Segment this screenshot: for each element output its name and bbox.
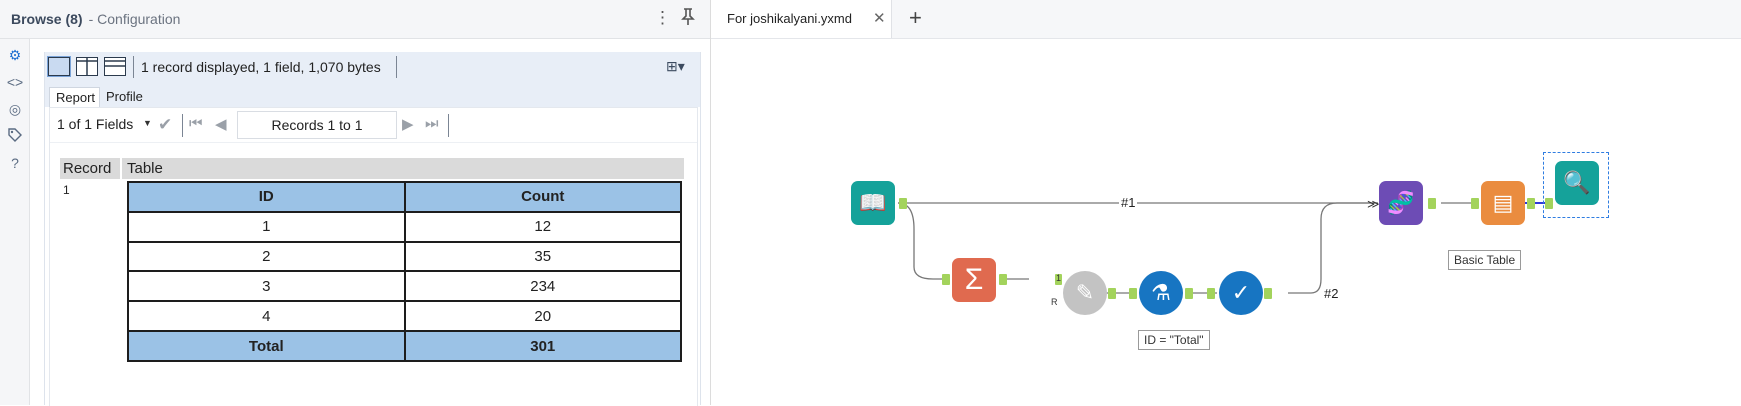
table-row: 2 35 — [129, 242, 680, 271]
select-tool[interactable]: ✓ — [1219, 271, 1263, 315]
pin-icon[interactable] — [681, 8, 695, 31]
tab-profile[interactable]: Profile — [100, 87, 150, 107]
output-anchor[interactable] — [899, 198, 907, 209]
connection-line — [1288, 202, 1378, 294]
vertical-dots-icon[interactable]: ⋮ — [654, 8, 671, 28]
browse-tabs: Report Profile — [45, 82, 700, 107]
report-table: ID Count 1 12 2 35 3 234 4 20 Total 301 — [127, 181, 682, 362]
close-icon[interactable]: ✕ — [873, 9, 886, 27]
next-record-icon[interactable]: ▶ — [402, 115, 414, 133]
total-label: Total — [129, 332, 404, 360]
cell-count: 12 — [405, 212, 680, 241]
toolbar-divider — [396, 56, 397, 78]
vertical-split-icon[interactable] — [104, 57, 126, 76]
table-row: 4 20 — [129, 302, 680, 331]
cell-count: 234 — [405, 272, 680, 301]
r-anchor-icon: R — [1051, 297, 1058, 307]
formula-tool[interactable]: ⚗ — [1139, 271, 1183, 315]
config-subtitle: - Configuration — [88, 11, 181, 27]
tab-report[interactable]: Report — [49, 87, 100, 107]
question-circle-icon[interactable]: ◎ — [6, 101, 24, 118]
column-header-id: ID — [129, 183, 404, 211]
connection-count-badge: 1 — [1056, 273, 1062, 283]
table-row: 3 234 — [129, 272, 680, 301]
workflow-tab-label: For joshikalyani.yxmd — [727, 11, 852, 26]
input-anchor[interactable] — [1207, 288, 1215, 299]
table-tool[interactable]: ▤ — [1481, 181, 1525, 225]
gear-icon[interactable]: ⚙ — [6, 47, 24, 64]
nav-divider — [448, 114, 449, 137]
document-tab-bar: For joshikalyani.yxmd ✕ + — [711, 0, 1741, 39]
input-anchor[interactable] — [942, 274, 950, 285]
table-annotation: Basic Table — [1448, 250, 1522, 270]
table-row: 1 12 — [129, 212, 680, 241]
union-input-anchors-icon: ≫ — [1367, 197, 1380, 211]
union-tool[interactable]: 🧬 — [1379, 181, 1423, 225]
header-divider — [120, 158, 122, 179]
help-icon[interactable]: ? — [6, 155, 24, 171]
connection-line — [897, 202, 943, 280]
table-header-row: ID Count — [129, 183, 680, 211]
first-record-icon[interactable]: ⏮ — [189, 115, 203, 132]
configuration-pane: Browse (8) - Configuration ⋮ ⚙ <> ◎ ? 1 r… — [0, 0, 711, 406]
input-anchor[interactable] — [1471, 198, 1479, 209]
input-anchor[interactable] — [1545, 198, 1553, 209]
output-anchor[interactable] — [1527, 198, 1535, 209]
chevron-down-icon[interactable]: ▼ — [143, 118, 152, 128]
grid-header: Record Table — [60, 158, 684, 179]
single-layout-icon[interactable] — [47, 56, 71, 77]
records-range: Records 1 to 1 — [237, 111, 397, 139]
config-title: Browse (8) — [11, 11, 83, 27]
fields-select[interactable]: 1 of 1 Fields — [57, 116, 133, 132]
total-value: 301 — [405, 332, 680, 360]
export-menu-icon[interactable]: ⊞▾ — [666, 58, 685, 75]
table-total-row: Total 301 — [129, 332, 680, 360]
connection-label: #2 — [1322, 286, 1341, 301]
header-table: Table — [127, 160, 163, 177]
cell-id: 1 — [129, 212, 404, 241]
horizontal-split-icon[interactable] — [76, 57, 98, 76]
record-summary: 1 record displayed, 1 field, 1,070 bytes — [141, 59, 381, 75]
input-book-tool[interactable]: 📖 — [851, 181, 895, 225]
output-anchor[interactable] — [1264, 288, 1272, 299]
input-anchor[interactable] — [1129, 288, 1137, 299]
cell-count: 20 — [405, 302, 680, 331]
check-icon[interactable]: ✔ — [158, 115, 172, 135]
tag-icon[interactable] — [6, 128, 24, 145]
cell-id: 2 — [129, 242, 404, 271]
cell-count: 35 — [405, 242, 680, 271]
output-anchor[interactable] — [1428, 198, 1436, 209]
workflow-canvas[interactable]: #1 #2 📖 Σ 1 R ✎ ⚗ ✓ ID = "Total" ≫ 🧬 ▤ B… — [711, 39, 1741, 405]
browse-tool[interactable]: 🔍 — [1555, 161, 1599, 205]
row-number: 1 — [63, 183, 70, 197]
pane-title: Browse (8) - Configuration — [11, 11, 180, 27]
code-icon[interactable]: <> — [6, 74, 24, 90]
previous-record-icon[interactable]: ◀ — [215, 115, 227, 133]
plus-icon[interactable]: + — [909, 5, 922, 31]
output-anchor[interactable] — [999, 274, 1007, 285]
workflow-pane: For joshikalyani.yxmd ✕ + #1 #2 📖 Σ 1 R … — [711, 0, 1741, 405]
cell-id: 4 — [129, 302, 404, 331]
formula-annotation: ID = "Total" — [1138, 330, 1210, 350]
cell-id: 3 — [129, 272, 404, 301]
browse-toolbar: 1 record displayed, 1 field, 1,070 bytes… — [45, 52, 700, 82]
header-record: Record — [63, 160, 112, 177]
toolbar-divider — [133, 56, 134, 78]
dynamic-rename-tool[interactable]: ✎ — [1063, 271, 1107, 315]
tab-workflow[interactable]: For joshikalyani.yxmd ✕ — [711, 0, 892, 38]
summarize-tool[interactable]: Σ — [952, 258, 996, 302]
config-side-rail: ⚙ <> ◎ ? — [0, 39, 30, 405]
output-anchor[interactable] — [1108, 288, 1116, 299]
last-record-icon[interactable]: ⏭ — [425, 115, 439, 132]
nav-divider — [182, 114, 183, 137]
record-navigation: 1 of 1 Fields ▼ ✔ ⏮ ◀ Records 1 to 1 ▶ ⏭ — [50, 108, 697, 143]
connection-label: #1 — [1119, 195, 1138, 210]
config-header: Browse (8) - Configuration ⋮ — [0, 0, 710, 39]
output-anchor[interactable] — [1185, 288, 1193, 299]
column-header-count: Count — [405, 183, 680, 211]
